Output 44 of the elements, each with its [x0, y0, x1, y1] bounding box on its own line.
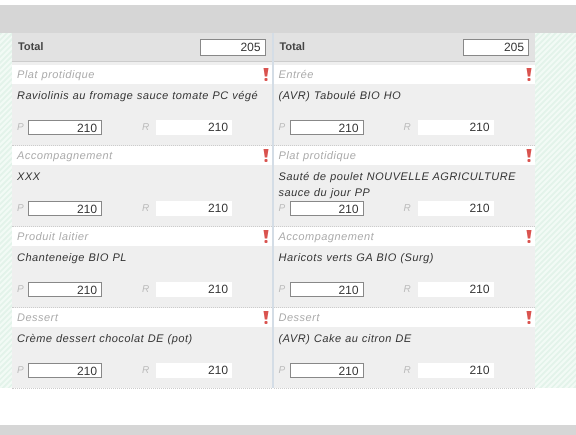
exclamation-icon: [262, 149, 268, 162]
exclamation-icon: [526, 230, 532, 243]
dish-name: Raviolinis au fromage sauce tomate PC végé: [17, 89, 260, 104]
p-field[interactable]: 210: [28, 282, 102, 297]
dish-name: Sauté de poulet NOUVELLE AGRICULTURE sauce du jour PP: [278, 170, 517, 201]
total-field[interactable]: 205: [463, 38, 529, 56]
r-value: 210: [156, 282, 232, 297]
total-label: Total: [280, 41, 305, 53]
category-label: Dessert: [278, 312, 320, 324]
category-label: Accompagnement: [278, 230, 374, 242]
p-field[interactable]: 210: [290, 282, 364, 297]
dish-name: XXX: [17, 170, 42, 185]
p-field[interactable]: 210: [28, 120, 102, 135]
r-value: 210: [156, 363, 232, 378]
total-label: Total: [18, 41, 44, 53]
dish-name: Haricots verts GA BIO (Surg): [278, 251, 435, 266]
total-field[interactable]: 205: [200, 38, 266, 56]
r-value: 210: [156, 201, 232, 216]
category-label: Accompagnement: [17, 150, 113, 162]
exclamation-icon: [262, 68, 268, 81]
dish-name: (AVR) Cake au citron DE: [278, 332, 413, 347]
p-field[interactable]: 210: [290, 363, 364, 378]
p-field[interactable]: 210: [28, 201, 102, 216]
r-value: 210: [418, 201, 494, 216]
dish-name: Crème dessert chocolat DE (pot): [17, 332, 194, 347]
exclamation-icon: [262, 311, 268, 324]
dish-name: (AVR) Taboulé BIO HO: [278, 89, 402, 104]
exclamation-icon: [526, 68, 532, 81]
r-value: 210: [418, 120, 494, 135]
category-label: Produit laitier: [17, 230, 89, 242]
r-value: 210: [156, 120, 232, 135]
r-value: 210: [418, 363, 494, 378]
p-field[interactable]: 210: [290, 201, 364, 216]
category-label: Dessert: [17, 312, 58, 324]
exclamation-icon: [526, 311, 532, 324]
dish-name: Chanteneige BIO PL: [17, 251, 128, 266]
exclamation-icon: [262, 230, 268, 243]
category-label: Entrée: [278, 68, 314, 80]
exclamation-icon: [526, 149, 532, 162]
p-field[interactable]: 210: [290, 120, 364, 135]
category-label: Plat protidique: [17, 68, 95, 80]
p-field[interactable]: 210: [28, 363, 102, 378]
r-value: 210: [418, 282, 494, 297]
category-label: Plat protidique: [278, 150, 356, 162]
